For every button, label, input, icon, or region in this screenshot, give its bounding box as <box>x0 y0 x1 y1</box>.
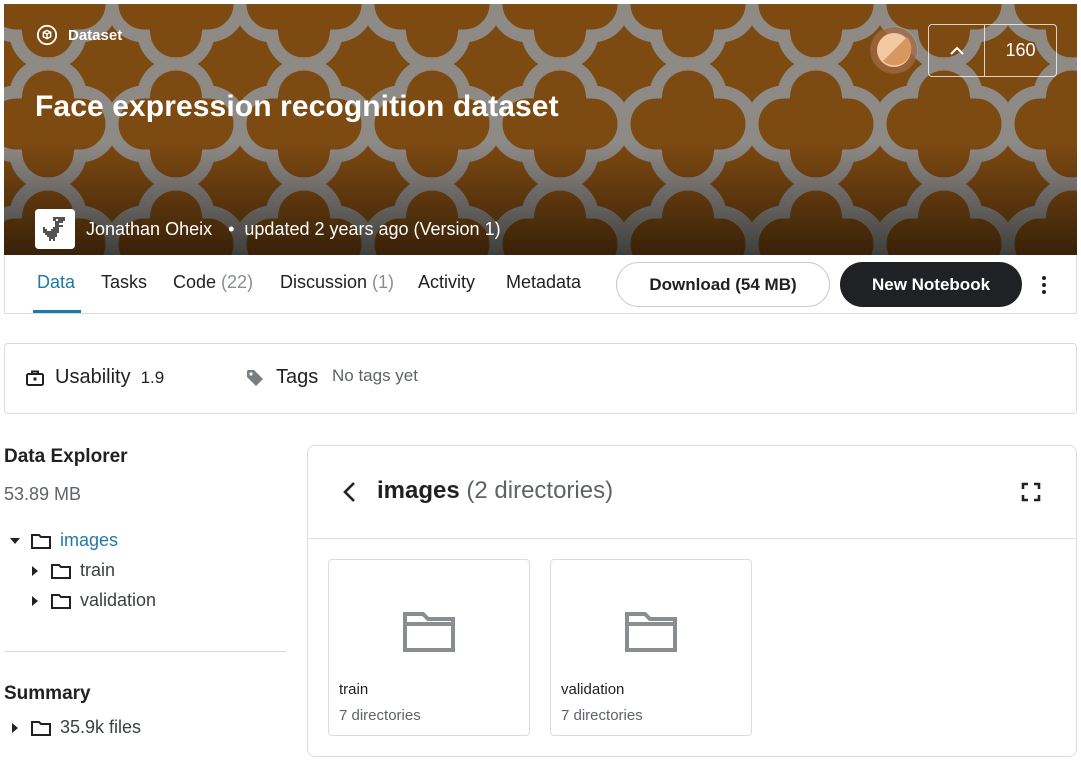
caret-down-icon[interactable] <box>9 537 21 544</box>
folder-card-meta: 7 directories <box>561 707 643 724</box>
updated-text: updated 2 years ago (Version 1) <box>244 218 501 239</box>
tree-item-label: train <box>80 560 116 580</box>
chevron-left-icon[interactable] <box>342 481 356 503</box>
download-button[interactable]: Download (54 MB) <box>616 262 830 307</box>
byline: Jonathan Oheix • updated 2 years ago (Ve… <box>35 209 501 249</box>
tab-count: (22) <box>221 272 254 292</box>
tree-item-images[interactable]: images <box>9 530 118 551</box>
data-size: 53.89 MB <box>4 484 82 504</box>
usability-card: Usability 1.9 Tags No tags yet <box>4 343 1077 414</box>
usability-score: 1.9 <box>140 367 165 387</box>
tab-label: Discussion <box>280 272 368 292</box>
new-notebook-button[interactable]: New Notebook <box>840 262 1022 307</box>
folder-card-meta: 7 directories <box>339 707 421 724</box>
page-title: Face expression recognition dataset <box>35 90 559 123</box>
dataset-icon <box>36 24 58 46</box>
folder-card-validation[interactable]: validation 7 directories <box>550 559 752 736</box>
tab-metadata[interactable]: Metadata <box>506 272 581 293</box>
summary-title: Summary <box>4 683 91 704</box>
folder-icon <box>51 563 71 579</box>
tab-count: (1) <box>372 272 395 292</box>
dataset-type-tag: Dataset <box>36 24 122 46</box>
active-tab-indicator <box>33 310 81 313</box>
panel-breadcrumb: images (2 directories) <box>377 477 613 505</box>
tab-label: Tasks <box>101 272 148 292</box>
upvote-button[interactable] <box>929 25 985 76</box>
tab-code[interactable]: Code (22) <box>173 272 253 293</box>
tab-tasks[interactable]: Tasks <box>101 272 147 293</box>
tab-activity[interactable]: Activity <box>418 272 475 293</box>
file-browser-panel: images (2 directories) train 7 directori… <box>307 445 1077 757</box>
briefcase-icon <box>26 370 44 386</box>
tree-item-label: images <box>60 530 119 550</box>
folder-card-name: validation <box>561 681 625 698</box>
folder-icon <box>51 593 71 609</box>
caret-right-icon[interactable] <box>9 722 21 733</box>
upvote-widget: 160 <box>928 24 1057 77</box>
tab-data[interactable]: Data <box>37 272 75 293</box>
tab-label: Data <box>37 272 76 292</box>
caret-right-icon[interactable] <box>29 565 41 576</box>
caret-right-icon[interactable] <box>29 595 41 606</box>
directory-count: (2 directories) <box>466 477 614 504</box>
dino-avatar-icon <box>35 209 75 249</box>
panel-header: images (2 directories) <box>308 446 1076 539</box>
summary-files[interactable]: 35.9k files <box>9 717 141 738</box>
current-folder-name: images <box>377 477 460 504</box>
tags-item: Tags <box>246 366 318 389</box>
tree-item-validation[interactable]: validation <box>29 590 156 611</box>
tab-label: Code <box>173 272 217 292</box>
folder-icon <box>31 720 51 736</box>
tab-bar: Data Tasks Code (22) Discussion (1) Acti… <box>4 255 1077 314</box>
tab-label: Activity <box>418 272 476 292</box>
folder-card-name: train <box>339 681 369 698</box>
tags-value: No tags yet <box>332 366 418 385</box>
dataset-type-label: Dataset <box>68 26 123 44</box>
tree-item-train[interactable]: train <box>29 560 115 581</box>
upvote-count: 160 <box>1005 40 1036 60</box>
more-options-icon[interactable] <box>1034 272 1054 298</box>
tab-label: Metadata <box>506 272 582 292</box>
folder-card-train[interactable]: train 7 directories <box>328 559 530 736</box>
usability-label: Usability <box>55 366 131 388</box>
tree-item-label: validation <box>80 590 157 610</box>
medal-icon <box>870 26 918 74</box>
folder-icon <box>403 612 455 652</box>
avatar[interactable] <box>35 209 75 249</box>
divider <box>4 651 286 652</box>
dataset-banner: Dataset Face expression recognition data… <box>4 4 1077 255</box>
usability-item: Usability 1.9 <box>25 366 164 389</box>
fullscreen-icon[interactable] <box>1021 482 1041 502</box>
tag-icon <box>247 369 263 386</box>
chevron-up-icon <box>949 46 964 55</box>
author-name[interactable]: Jonathan Oheix <box>86 219 212 240</box>
tags-label: Tags <box>276 366 319 388</box>
tab-discussion[interactable]: Discussion (1) <box>280 272 394 293</box>
byline-separator: • <box>228 218 235 239</box>
folder-icon <box>31 533 51 549</box>
folder-icon <box>625 612 677 652</box>
summary-files-label: 35.9k files <box>60 717 142 737</box>
data-explorer-title: Data Explorer <box>4 446 128 467</box>
